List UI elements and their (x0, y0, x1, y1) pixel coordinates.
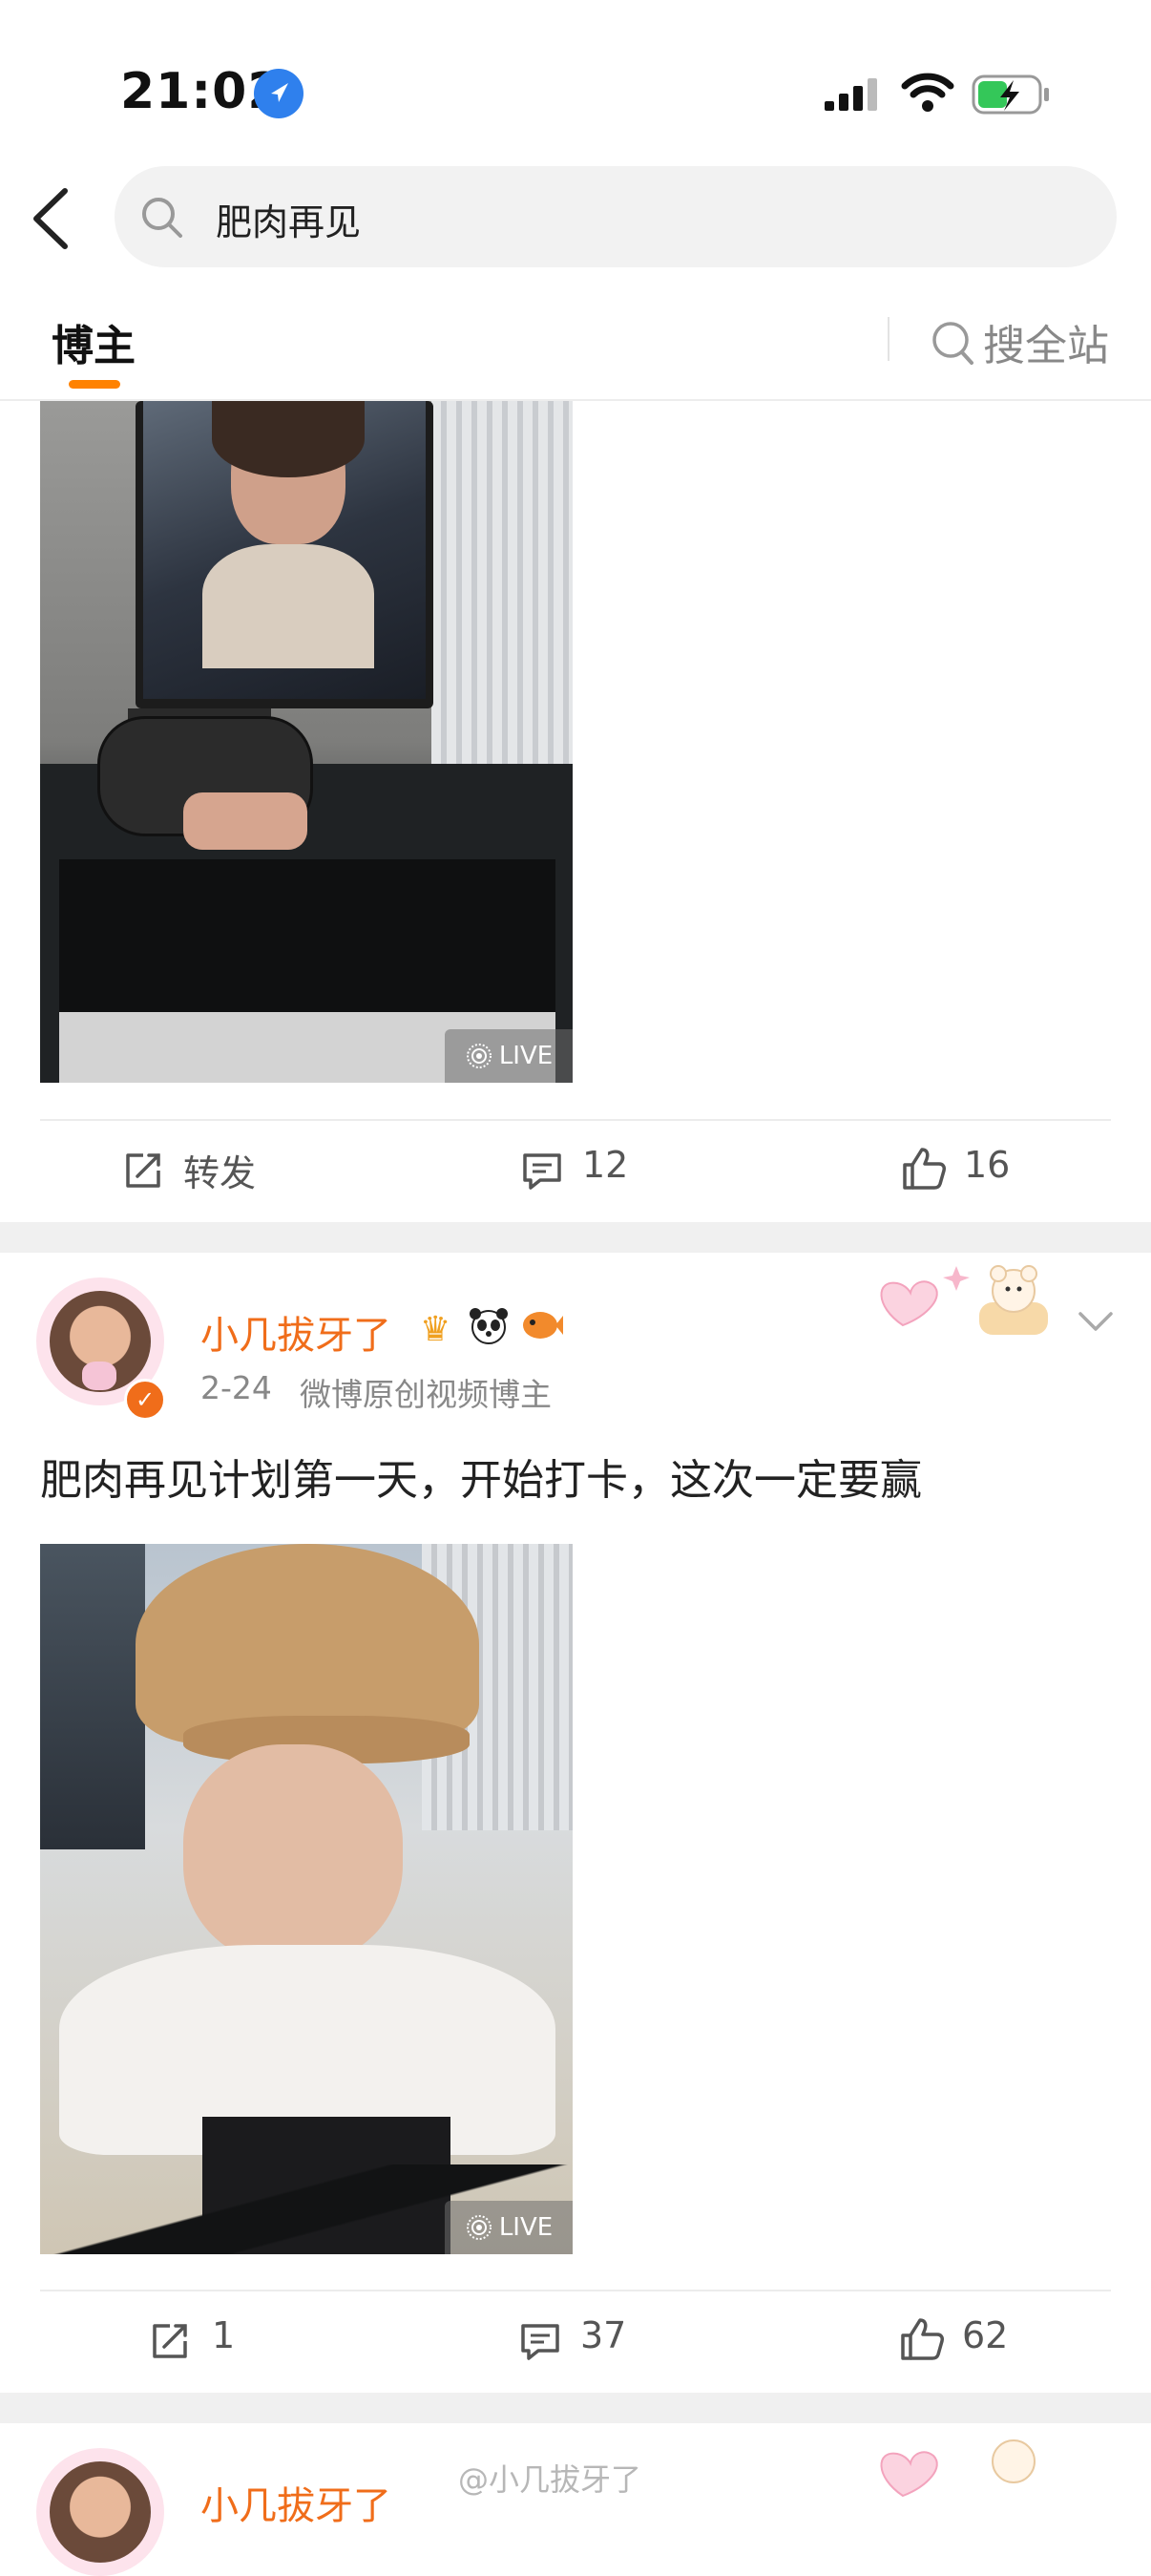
post-separator (0, 2393, 1151, 2423)
like-icon[interactable] (901, 1146, 947, 1195)
post-separator (0, 1222, 1151, 1253)
post2-username[interactable]: 小几拔牙了 (200, 1304, 391, 1360)
cellular-signal-icon (823, 76, 882, 116)
post2-action-divider (40, 2290, 1111, 2291)
post3-avatar[interactable] (36, 2448, 164, 2576)
post1-live-badge: LIVE (445, 1029, 573, 1083)
crown-badge-icon: ♛ (420, 1310, 451, 1349)
decoration-sticker-icon (865, 1258, 1056, 1346)
location-icon (254, 69, 303, 118)
repost-icon[interactable] (149, 2320, 191, 2366)
back-button[interactable] (29, 187, 71, 254)
post2-source: 微博原创视频博主 (300, 1376, 552, 1413)
post1-live-label: LIVE (498, 1042, 554, 1070)
search-all-icon (931, 319, 975, 370)
post2-comment-count[interactable]: 37 (580, 2314, 626, 2356)
live-photo-icon (466, 1044, 492, 1068)
post2-live-label: LIVE (498, 2213, 554, 2242)
watermark: @小几拔牙了 (458, 2461, 642, 2498)
live-photo-icon (466, 2215, 492, 2240)
tab-active-indicator (69, 380, 120, 389)
post2-live-photo[interactable]: LIVE (40, 1544, 573, 2254)
post3-decoration-sticker-icon (865, 2429, 1056, 2503)
chevron-down-icon[interactable] (1077, 1308, 1115, 1339)
tab-divider (888, 317, 889, 361)
post2-date: 2-24 (200, 1369, 272, 1406)
post2-like-count[interactable]: 62 (962, 2314, 1008, 2356)
comment-icon[interactable] (521, 1150, 563, 1195)
repost-icon[interactable] (122, 1150, 164, 1195)
post3-username[interactable]: 小几拔牙了 (200, 2475, 391, 2530)
fish-badge-icon (517, 1306, 563, 1344)
tab-search-all[interactable]: 搜全站 (983, 311, 1109, 372)
post1-like-count[interactable]: 16 (964, 1144, 1010, 1186)
like-icon[interactable] (899, 2316, 945, 2366)
comment-icon[interactable] (519, 2320, 561, 2366)
post1-comment-count[interactable]: 12 (582, 1144, 628, 1186)
verified-badge-icon: ✓ (124, 1379, 166, 1421)
post2-repost-count[interactable]: 1 (212, 2314, 235, 2356)
post1-action-divider (40, 1119, 1111, 1121)
post2-live-badge: LIVE (445, 2201, 573, 2254)
post1-live-photo[interactable]: LIVE (40, 401, 573, 1083)
post1-repost-label[interactable]: 转发 (183, 1144, 256, 1196)
panda-badge-icon (468, 1304, 510, 1346)
search-icon (139, 195, 185, 244)
wifi-icon (901, 71, 954, 116)
post2-text: 肥肉再见计划第一天，开始打卡，这次一定要赢 (40, 1456, 922, 1505)
search-query[interactable]: 肥肉再见 (216, 193, 361, 245)
battery-charging-icon (972, 73, 1052, 120)
tab-blogger[interactable]: 博主 (52, 311, 136, 372)
